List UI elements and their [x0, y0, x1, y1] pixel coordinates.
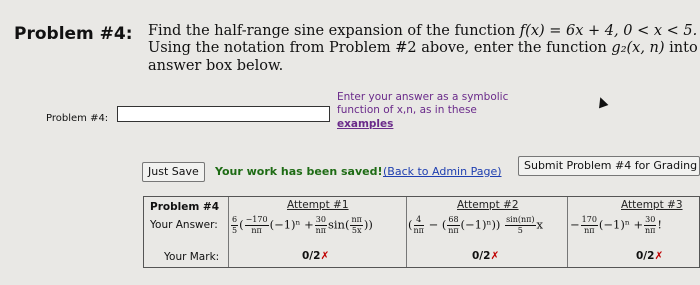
column-divider — [567, 197, 568, 267]
attempt-3-mark: 0/2✗ — [636, 250, 664, 262]
hint-text: Enter your answer as a symbolic — [337, 91, 509, 103]
results-header-label: Problem #4 — [150, 201, 220, 213]
fraction: 68 nπ — [447, 215, 460, 235]
fraction: 30 nπ — [314, 215, 327, 235]
function-formula: f(x) = 6x + 4, 0 < x < 5. — [519, 23, 698, 39]
problem-heading: Problem #4: — [14, 24, 133, 44]
attempt-1-mark: 0/2✗ — [302, 250, 330, 262]
fraction: sin(nπ) 5 — [505, 215, 536, 235]
attempt-2-header: Attempt #2 — [457, 199, 519, 211]
hint-text: function of x,n, as in these — [337, 104, 477, 116]
problem-statement-line1: Find the half-range sine expansion of th… — [148, 23, 697, 39]
attempt-2-answer: (4 nπ − (68 nπ (−1)ⁿ)) sin(nπ) 5 x — [408, 215, 544, 235]
fraction: 4 nπ — [413, 215, 424, 235]
attempt-1-answer: 6 5(−170 nπ (−1)ⁿ +30 nπ sin(nπ 5x)) — [231, 215, 373, 235]
problem-statement-line2: Using the notation from Problem #2 above… — [148, 40, 700, 56]
fraction: 30 nπ — [644, 215, 657, 235]
fraction: −170 nπ — [244, 215, 269, 235]
back-to-admin-link[interactable]: (Back to Admin Page) — [383, 165, 502, 178]
saved-message: Your work has been saved! — [215, 165, 383, 178]
your-answer-label: Your Answer: — [150, 219, 218, 231]
problem-statement-line3: answer box below. — [148, 58, 284, 74]
column-divider — [228, 197, 229, 267]
answer-input[interactable] — [117, 106, 330, 122]
mouse-cursor-icon — [595, 95, 609, 109]
attempt-3-answer: −170 nπ (−1)ⁿ +30 nπ! — [570, 215, 662, 235]
statement-text: Using the notation from Problem #2 above… — [148, 40, 607, 56]
x-mark-icon: ✗ — [654, 250, 664, 262]
attempt-1-header: Attempt #1 — [287, 199, 349, 211]
statement-text: Find the half-range sine expansion of th… — [148, 23, 516, 39]
answer-label: Problem #4: — [46, 113, 109, 124]
your-mark-label: Your Mark: — [164, 251, 220, 263]
fraction: 170 nπ — [580, 215, 598, 235]
just-save-button[interactable]: Just Save — [142, 162, 205, 182]
column-divider — [406, 197, 407, 267]
results-table: Problem #4 Your Answer: Your Mark: Attem… — [143, 196, 700, 268]
function-notation: g₂(x, n) — [611, 40, 665, 56]
x-mark-icon: ✗ — [320, 250, 330, 262]
x-mark-icon: ✗ — [490, 250, 500, 262]
statement-text: into the — [669, 40, 700, 56]
fraction: 65 — [231, 215, 239, 235]
submit-problem-button[interactable]: Submit Problem #4 for Grading — [518, 156, 700, 176]
fraction: nπ 5x — [350, 215, 363, 235]
attempt-2-mark: 0/2✗ — [472, 250, 500, 262]
examples-link[interactable]: examples — [337, 118, 393, 130]
attempt-3-header: Attempt #3 — [621, 199, 683, 211]
